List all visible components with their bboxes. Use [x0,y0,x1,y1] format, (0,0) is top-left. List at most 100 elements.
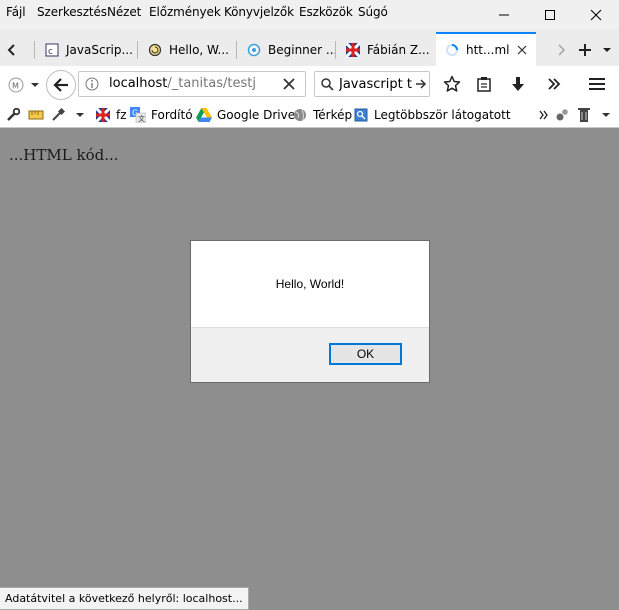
menu-item-history[interactable]: Előzmények [149,5,221,19]
download-arrow-icon [512,77,524,91]
bookmark-label: Google Drive [217,108,296,122]
minimize-button[interactable] [481,0,527,30]
tab-separator [335,41,336,59]
list-all-tabs-button[interactable] [600,43,614,57]
svg-text:文: 文 [138,114,145,123]
js-favicon: c [44,42,60,58]
tab-label: JavaScrip... [66,43,133,57]
eyedropper-icon[interactable] [50,107,66,123]
double-chevron-right-icon [548,78,561,90]
back-button[interactable] [46,70,76,100]
double-chevron-right-icon [539,110,548,120]
downloads-button[interactable] [508,74,528,94]
url-bar[interactable]: localhost/_tanitas/testj [78,71,306,97]
account-dropdown[interactable] [30,80,40,90]
tab-label: Fábián Z... [367,43,430,57]
menu-item-bookmarks[interactable]: Könyvjelzők [224,5,294,19]
globe-favicon [292,107,308,123]
tab-fabian[interactable]: Fábián Z... [345,34,430,66]
extension-trash-icon[interactable] [576,106,592,124]
m-badge-icon: M [8,77,24,93]
close-tab-button[interactable] [517,45,527,55]
flag-favicon [95,107,111,123]
bookmark-label: Térkép [313,108,353,122]
maximize-button[interactable] [527,0,573,30]
tab-separator [236,41,237,59]
bookmark-label: Legtöbbször látogatott [374,108,511,122]
menu-item-file[interactable]: Fájl [6,5,26,19]
bookmark-fordito[interactable]: G文 Fordító [130,106,193,124]
account-menu-button[interactable]: M [7,76,25,94]
stop-loading-button[interactable] [282,77,296,91]
url-path: /_tanitas/testj [167,76,256,91]
close-icon [590,9,602,21]
close-window-button[interactable] [573,0,619,30]
url-text: localhost/_tanitas/testj [109,76,256,91]
plus-icon [579,44,591,56]
tab-scroll-right-button[interactable] [552,40,570,60]
tools-dropdown[interactable] [75,111,85,119]
page-body-text: ...HTML kód... [9,146,119,164]
star-icon [443,75,461,92]
search-icon [321,78,334,91]
caret-down-icon [76,112,84,117]
flag-favicon [345,42,361,58]
search-go-button[interactable] [415,78,427,90]
reading-list-button[interactable] [474,74,494,94]
caret-down-icon [603,48,611,52]
maximize-icon [545,10,555,20]
url-host: localhost [109,76,168,91]
overflow-chevron-button[interactable] [544,74,564,94]
ruler-icon[interactable] [27,107,45,123]
search-input[interactable]: Javascript t [339,77,413,92]
bookmark-star-button[interactable] [442,74,462,94]
new-tab-button[interactable] [575,40,595,60]
folder-favicon [353,107,369,123]
tab-label: htt...ml [466,43,510,57]
tab-scroll-left-button[interactable] [2,40,22,60]
menu-item-help[interactable]: Súgó [358,5,388,19]
snail-favicon [147,42,163,58]
close-icon [283,78,295,90]
tab-javascript[interactable]: c JavaScrip... [44,34,133,66]
wrench-icon[interactable] [5,107,21,123]
bookmark-fz[interactable]: fz [95,106,127,124]
drive-favicon [196,107,212,123]
translate-favicon: G文 [130,107,146,123]
bookmark-label: Fordító [151,108,193,122]
ok-button[interactable]: OK [329,343,402,365]
status-bar: Adatátvitel a következő helyről: localho… [0,587,249,610]
hamburger-menu-button[interactable] [586,74,608,94]
minimize-icon [499,14,509,16]
bookmark-terkep[interactable]: Térkép [292,106,352,124]
menu-bar: Fájl Szerkesztés Nézet Előzmények Könyvj… [0,0,392,24]
bookmark-most-visited[interactable]: Legtöbbször látogatott [353,106,511,124]
tab-separator [34,41,35,59]
caret-down-icon [31,82,39,87]
search-bar[interactable]: Javascript t [314,71,430,97]
tab-active-html[interactable]: htt...ml [436,32,536,66]
extension-gears-icon[interactable] [554,107,570,123]
bookmark-label: fz [116,108,127,122]
tab-beginner[interactable]: Beginner ... [246,34,337,66]
close-icon [518,45,527,55]
tab-label: Beginner ... [268,43,338,57]
dialog-message-area: Hello, World! [191,241,429,328]
hamburger-menu-icon [589,78,605,90]
tab-hello-world[interactable]: Hello, W... [147,34,229,66]
menu-item-edit[interactable]: Szerkesztés [37,5,107,19]
arrow-right-icon [416,79,427,89]
menu-item-tools[interactable]: Eszközök [299,5,353,19]
arrow-left-icon [53,78,68,92]
chevron-right-icon [558,44,566,56]
bookmark-google-drive[interactable]: Google Drive [196,106,295,124]
extensions-dropdown[interactable] [601,111,611,119]
bookmarks-overflow-button[interactable] [538,108,550,122]
info-icon[interactable] [85,77,99,91]
clipboard-icon [477,77,491,92]
loading-spinner-icon [444,42,460,58]
svg-text:M: M [12,82,19,91]
tab-separator [137,41,138,59]
dialog-message: Hello, World! [275,277,345,291]
menu-item-view[interactable]: Nézet [107,5,141,19]
